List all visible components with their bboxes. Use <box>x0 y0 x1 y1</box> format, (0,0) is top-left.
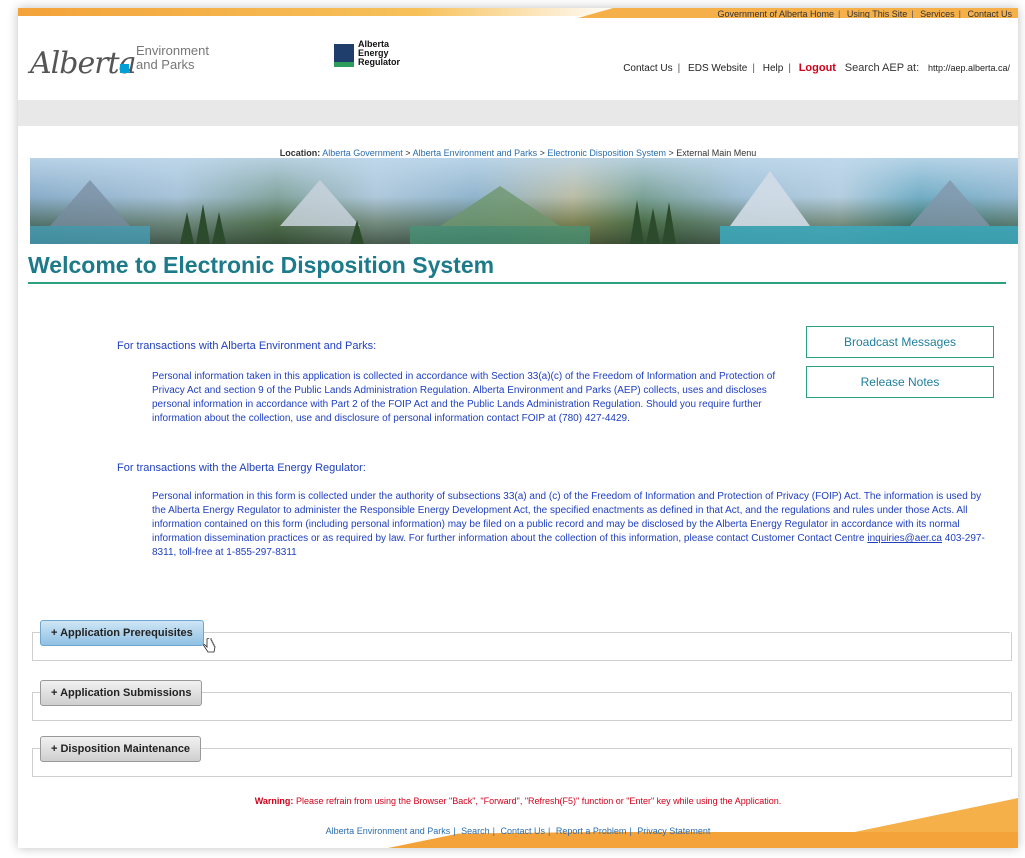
title-underline <box>28 282 1006 284</box>
browser-warning: Warning: Please refrain from using the B… <box>18 796 1018 806</box>
navigation-bar <box>18 100 1018 126</box>
breadcrumb-eds[interactable]: Electronic Disposition System <box>547 148 666 158</box>
footer-links: Alberta Environment and Parks | Search | C… <box>325 826 711 836</box>
alberta-logo-square-icon <box>120 64 129 73</box>
application-prerequisites-button[interactable]: + Application Prerequisites <box>40 620 204 646</box>
disposition-maintenance-button[interactable]: + Disposition Maintenance <box>40 736 202 762</box>
footer-search-link[interactable]: Search <box>461 826 490 836</box>
search-url-link[interactable]: http://aep.alberta.ca/ <box>928 63 1010 73</box>
application-submissions-button[interactable]: + Application Submissions <box>40 680 203 706</box>
footer-contact-link[interactable]: Contact Us <box>501 826 546 836</box>
footer-privacy-link[interactable]: Privacy Statement <box>637 826 710 836</box>
broadcast-messages-button[interactable]: Broadcast Messages <box>806 326 994 358</box>
footer-report-problem-link[interactable]: Report a Problem <box>556 826 627 836</box>
department-line1: Environment <box>136 43 209 58</box>
aer-privacy-text-body: Personal information in this form is col… <box>152 491 982 544</box>
landscape-banner <box>30 158 1018 244</box>
logout-link[interactable]: Logout <box>799 62 836 74</box>
aer-logo: Alberta Energy Regulator <box>334 38 424 74</box>
breadcrumb-aep[interactable]: Alberta Environment and Parks <box>413 148 538 158</box>
department-line2: and Parks <box>136 57 195 72</box>
aer-mountain-icon <box>334 44 354 67</box>
breadcrumb-alberta-government[interactable]: Alberta Government <box>322 148 403 158</box>
help-link[interactable]: Help <box>763 63 784 74</box>
aer-section-heading: For transactions with the Alberta Energy… <box>117 462 366 474</box>
footer: Alberta Environment and Parks | Search | C… <box>18 798 1018 848</box>
aer-privacy-text: Personal information in this form is col… <box>152 490 992 560</box>
header: Alberta Environment and Parks Alberta En… <box>18 18 1018 96</box>
aer-logo-text: Alberta Energy Regulator <box>358 40 400 67</box>
warning-text: Please refrain from using the Browser "B… <box>295 796 782 806</box>
warning-label: Warning: <box>254 796 294 806</box>
aer-line3: Regulator <box>358 57 401 67</box>
hand-cursor-icon <box>203 638 216 653</box>
eds-website-link[interactable]: EDS Website <box>688 63 747 74</box>
search-label: Search AEP at: <box>844 62 920 74</box>
contact-us-link[interactable]: Contact Us <box>623 63 672 74</box>
page-frame: Government of Alberta Home | Using This S… <box>18 8 1018 848</box>
footer-aep-link[interactable]: Alberta Environment and Parks <box>326 826 451 836</box>
top-links: Contact Us | EDS Website | Help | Logout Se… <box>623 62 1010 74</box>
breadcrumb-current: External Main Menu <box>676 148 757 158</box>
breadcrumb: Location: Alberta Government > Alberta E… <box>279 148 757 158</box>
page-title: Welcome to Electronic Disposition System <box>28 252 495 278</box>
breadcrumb-label: Location: <box>279 148 321 158</box>
aep-privacy-text: Personal information taken in this appli… <box>152 371 776 424</box>
department-name: Environment and Parks <box>136 44 209 72</box>
release-notes-button[interactable]: Release Notes <box>806 366 994 398</box>
aep-section-heading: For transactions with Alberta Environmen… <box>117 340 377 352</box>
aer-email-link[interactable]: inquiries@aer.ca <box>867 533 942 544</box>
